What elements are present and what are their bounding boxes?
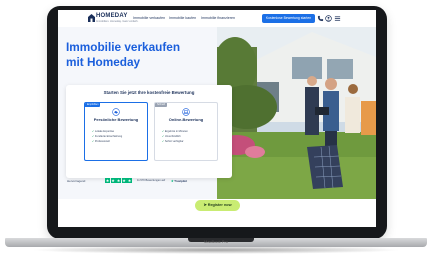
check-icon: ✓	[162, 140, 165, 143]
check-icon: ✓	[92, 140, 95, 143]
laptop-model-label: MacBook Pro	[203, 239, 228, 244]
feature-item: ✓ Lokale Expertise	[92, 130, 115, 133]
register-now-button[interactable]: ➤ Register now	[195, 200, 240, 211]
option-personal-title: Persönliche Bewertung	[93, 117, 139, 122]
phone-icon[interactable]	[317, 15, 324, 22]
account-icon[interactable]	[325, 15, 332, 22]
start-valuation-button[interactable]: Kostenlose Bewertung starten	[262, 14, 315, 23]
nav-link-sell[interactable]: Immobilie verkaufen	[133, 16, 165, 20]
star-icon: ★	[110, 178, 116, 183]
hero-title-line2: mit Homeday	[66, 55, 141, 69]
option-online-tag: Schnell	[155, 103, 167, 107]
hero-title: Immobilie verkaufen mit Homeday	[66, 40, 180, 70]
laptop-icon	[182, 108, 190, 116]
option-online-title: Online-Bewertung	[168, 117, 204, 122]
top-navigation: HOMEDAY Immobilien. Homeday. Ganz einfac…	[58, 10, 376, 28]
menu-icon[interactable]	[334, 15, 341, 22]
option-online-valuation[interactable]: Schnell Online-Bewertung ✓ Ergebnis in M…	[154, 102, 218, 161]
star-icon: ★	[116, 178, 121, 183]
option-personal-tag: Empfohlen	[85, 103, 101, 107]
check-icon: ✓	[92, 130, 95, 133]
homeday-logo-icon	[88, 14, 95, 22]
check-icon: ✓	[162, 130, 165, 133]
handshake-icon	[112, 108, 120, 116]
check-icon: ✓	[162, 135, 165, 138]
star-icon: ★	[121, 178, 127, 183]
feature-item: ✓ Fundierte Einschätzung	[92, 135, 123, 138]
feature-item: ✓ Sofort verfügbar	[162, 140, 184, 143]
hero-title-line1: Immobilie verkaufen	[66, 40, 181, 54]
option-personal-valuation[interactable]: Empfohlen Persönliche Bewertung ✓ Lokale…	[84, 102, 148, 161]
brand-name[interactable]: HOMEDAY	[96, 13, 128, 19]
screen: HOMEDAY Immobilien. Homeday. Ganz einfac…	[58, 10, 376, 227]
feature-item: ✓ Ergebnis in Minuten	[162, 130, 188, 133]
nav-link-buy[interactable]: Immobilie kaufen	[169, 16, 196, 20]
laptop-shadow	[30, 246, 402, 254]
trustpilot-stars: ★ ★ ★ ★ ★	[105, 178, 135, 183]
feature-item: ✓ Professionell	[92, 140, 110, 143]
star-icon: ★	[105, 178, 110, 183]
hero-photo	[217, 27, 376, 199]
laptop-base: MacBook Pro	[5, 238, 427, 247]
valuation-card: Starten Sie jetzt Ihre kostenfreie Bewer…	[66, 85, 232, 178]
valuation-card-title: Starten Sie jetzt Ihre kostenfreie Bewer…	[103, 90, 195, 95]
nav-link-finance[interactable]: Immobilie finanzieren	[201, 16, 235, 20]
rating-label: Hervorragend	[67, 179, 86, 183]
trustpilot-logo[interactable]: ★ Trustpilot	[171, 179, 187, 183]
brand-tagline: Immobilien. Homeday. Ganz einfach.	[96, 20, 139, 23]
feature-item: ✓ Unverbindlich	[162, 135, 181, 138]
arrow-icon: ➤	[203, 203, 207, 207]
reviews-count-link[interactable]: 11.570 Bewertungen auf	[137, 179, 165, 182]
check-icon: ✓	[92, 135, 95, 138]
star-icon: ★	[127, 178, 132, 183]
